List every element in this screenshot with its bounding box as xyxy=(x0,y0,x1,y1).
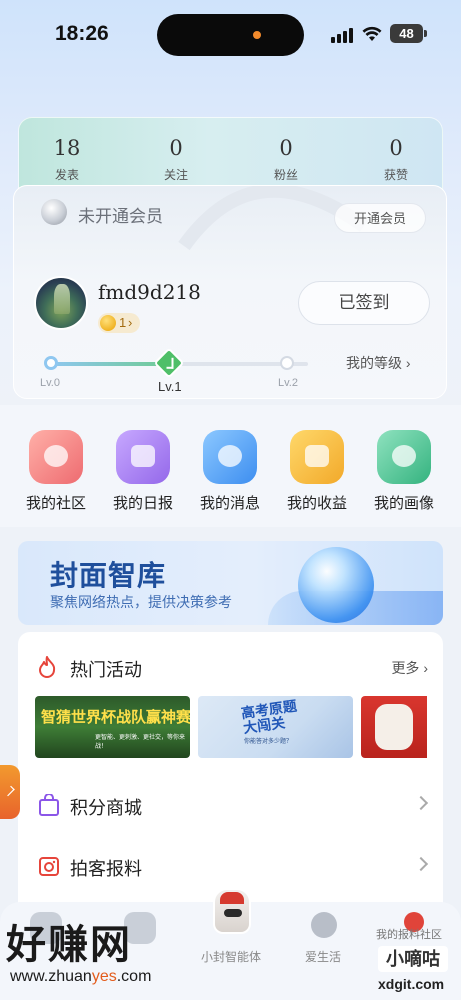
username: fmd9d218 xyxy=(98,280,201,304)
nav-agent[interactable]: 小封智能体 xyxy=(191,944,271,965)
coin-balance[interactable]: 1 › xyxy=(98,313,140,333)
thumb-subtitle: 你能答对多少题？ xyxy=(244,739,293,745)
hot-activities-header: 热门活动 更多 › xyxy=(38,656,428,680)
nav-label: 爱生活 xyxy=(304,950,341,964)
stat-likes[interactable]: 0 获赞 xyxy=(356,136,436,183)
indicator-dot xyxy=(253,31,261,39)
activity-thumb-gaokao[interactable]: 高考原题大闯关 你能答对多少题？ xyxy=(198,696,353,758)
stat-value: 0 xyxy=(279,136,293,160)
member-badge-icon xyxy=(41,199,67,225)
row-label: 拍客报料 xyxy=(70,859,142,879)
mascot-icon[interactable] xyxy=(213,888,251,934)
open-vip-button[interactable]: 开通会员 xyxy=(334,203,426,233)
quick-label: 我的日报 xyxy=(112,495,173,512)
status-bar: 18:26 48 xyxy=(0,0,461,70)
wallet-icon xyxy=(290,430,344,484)
watermark-right-caption: 我的报料社区 xyxy=(376,929,442,941)
thumb-title: 智猜世界杯战队赢神赛 xyxy=(41,709,190,726)
dynamic-island xyxy=(157,14,304,56)
nav-love-life[interactable]: 爱生活 xyxy=(283,944,363,965)
lightbulb-icon[interactable] xyxy=(311,912,337,938)
stat-label: 粉丝 xyxy=(273,168,298,182)
row-label: 积分商城 xyxy=(70,798,142,818)
activity-thumb-mascot[interactable] xyxy=(361,696,427,758)
stat-label: 获赞 xyxy=(383,168,408,182)
watermark-url-b: yes xyxy=(91,968,117,985)
watermark-url: www.zhuanyes.com xyxy=(10,968,151,986)
level-label-2: Lv.2 xyxy=(278,377,298,389)
thumb-title: 高考原题大闯关 xyxy=(240,697,298,737)
level-label-0: Lv.0 xyxy=(40,377,60,389)
points-mall-row[interactable]: 积分商城 xyxy=(38,794,429,818)
watermark-logo: 好赚网 xyxy=(6,923,132,967)
battery-icon: 48 xyxy=(390,24,427,43)
think-tank-banner[interactable]: 封面智库 聚焦网络热点，提供决策参考 xyxy=(18,541,443,625)
quick-my-daily[interactable]: 我的日报 xyxy=(105,430,181,513)
stat-posts[interactable]: 18 发表 xyxy=(27,136,107,183)
fire-icon xyxy=(39,656,56,678)
quick-label: 我的消息 xyxy=(199,495,260,512)
stat-followers[interactable]: 0 粉丝 xyxy=(246,136,326,183)
banner-subtitle: 聚焦网络热点，提供决策参考 xyxy=(50,594,232,610)
level-label-current: Lv.1 xyxy=(158,379,182,394)
camera-icon xyxy=(39,857,59,876)
pie-chart-icon xyxy=(377,430,431,484)
section-title: 热门活动 xyxy=(70,660,142,680)
newspaper-icon xyxy=(116,430,170,484)
coin-icon xyxy=(100,315,116,331)
quick-my-messages[interactable]: 我的消息 xyxy=(192,430,268,513)
reporter-tips-row[interactable]: 拍客报料 xyxy=(38,855,429,879)
stat-value: 0 xyxy=(389,136,403,160)
chevron-right-icon xyxy=(413,856,429,872)
quick-label: 我的社区 xyxy=(25,495,86,512)
quick-my-earnings[interactable]: 我的收益 xyxy=(279,430,355,513)
quick-actions: 我的社区 我的日报 我的消息 我的收益 我的画像 xyxy=(0,405,461,527)
banner-globe-graphic xyxy=(298,547,374,623)
quick-my-community[interactable]: 我的社区 xyxy=(18,430,94,513)
nav-label: 小封智能体 xyxy=(200,950,261,964)
coin-count: 1 xyxy=(119,315,127,330)
planet-icon xyxy=(29,430,83,484)
stat-value: 18 xyxy=(53,136,81,160)
avatar[interactable] xyxy=(34,276,88,330)
stat-following[interactable]: 0 关注 xyxy=(136,136,216,183)
quick-label: 我的画像 xyxy=(373,495,434,512)
banner-title: 封面智库 xyxy=(50,560,167,591)
watermark-url-a: www.zhuan xyxy=(10,968,92,985)
watermark-right-url: xdgit.com xyxy=(378,976,445,992)
activity-thumb-worldcup[interactable]: 智猜世界杯战队赢神赛 更智能、更刺激、更社交，等你来战！ xyxy=(35,696,190,758)
level-node-start xyxy=(44,356,58,370)
shopping-bag-icon xyxy=(39,794,59,816)
chevron-right-icon: › xyxy=(128,315,133,330)
level-node-current-check-icon xyxy=(153,347,185,379)
watermark-right-logo: 小嘀咕 xyxy=(378,946,448,972)
wifi-icon xyxy=(362,26,382,41)
stat-value: 0 xyxy=(169,136,183,160)
quick-label: 我的收益 xyxy=(286,495,347,512)
stat-label: 发表 xyxy=(54,168,79,182)
member-status: 未开通会员 xyxy=(78,207,163,226)
watermark-url-c: .com xyxy=(116,968,152,985)
clock: 18:26 xyxy=(55,22,109,45)
stat-label: 关注 xyxy=(163,168,188,182)
signed-in-button[interactable]: 已签到 xyxy=(298,281,430,325)
quick-my-portrait[interactable]: 我的画像 xyxy=(366,430,442,513)
my-level-link[interactable]: 我的等级 › xyxy=(346,353,411,373)
level-node-next xyxy=(280,356,294,370)
thumb-subtitle: 更智能、更刺激、更社交，等你来战！ xyxy=(95,735,186,750)
more-link[interactable]: 更多 › xyxy=(391,658,428,678)
chevron-right-icon xyxy=(413,795,429,811)
message-bubble-icon xyxy=(203,430,257,484)
floating-side-tab[interactable] xyxy=(0,765,20,819)
member-panel: 未开通会员 开通会员 fmd9d218 1 › 已签到 Lv.0 Lv.1 Lv… xyxy=(13,185,447,399)
cellular-signal-icon xyxy=(331,27,353,43)
